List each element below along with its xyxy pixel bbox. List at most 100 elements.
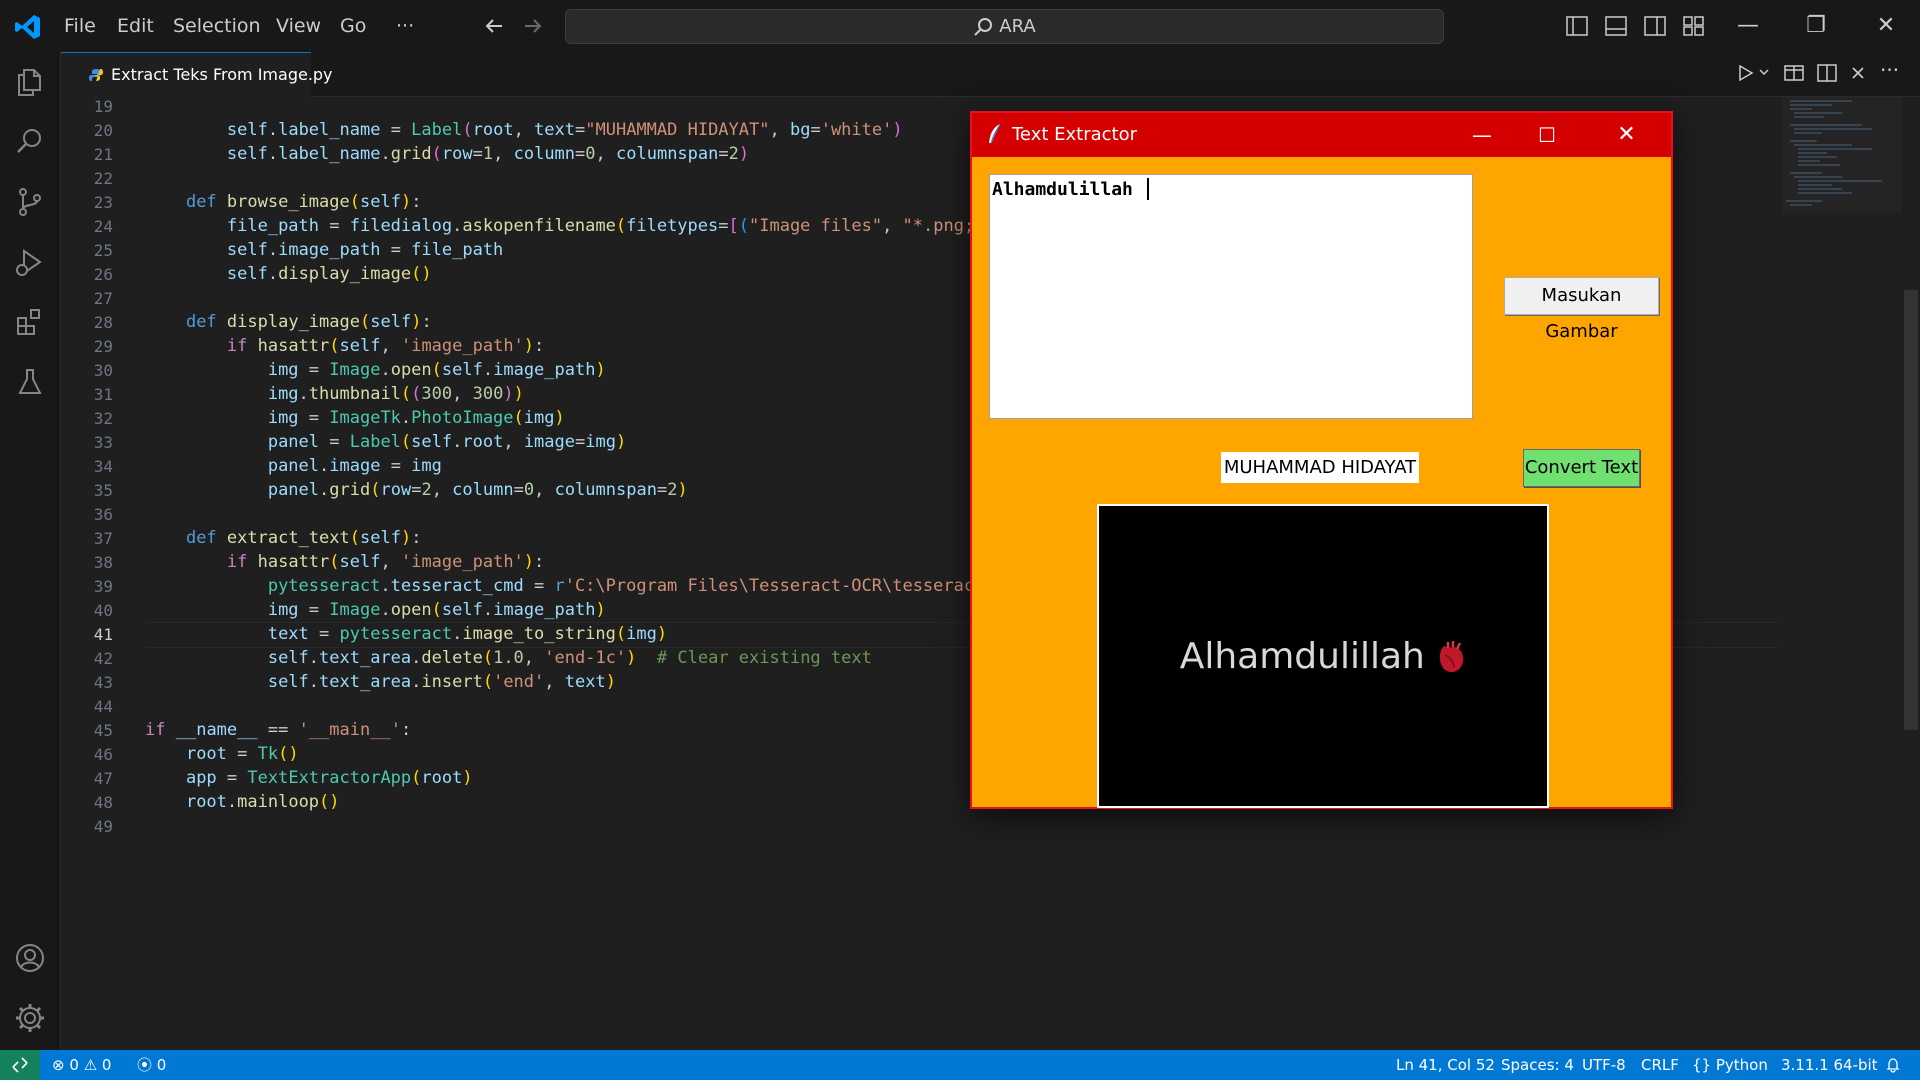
code-line-active: text = pytesseract.image_to_string(img)	[267, 624, 668, 644]
cursor-position[interactable]: Ln 41, Col 52	[1396, 1050, 1495, 1080]
line-number: 32	[93, 409, 113, 428]
python-interpreter[interactable]: 3.11.1 64-bit	[1781, 1050, 1878, 1080]
code-line: def display_image(self):	[185, 312, 432, 332]
line-number: 43	[93, 673, 113, 692]
code-line: def browse_image(self):	[185, 192, 422, 212]
more-actions-icon[interactable]: ···	[1880, 58, 1899, 82]
code-line: panel.image = img	[267, 456, 442, 476]
tab-extract-teks-from-image[interactable]: Extract Teks From Image.py	[61, 52, 333, 97]
code-line: app = TextExtractorApp(root)	[185, 768, 473, 788]
line-number: 24	[93, 217, 113, 236]
split-editor-icon[interactable]	[1816, 62, 1838, 84]
line-number: 27	[93, 289, 113, 308]
extracted-text-value: Alhamdulillah	[992, 179, 1133, 200]
menu-selection[interactable]: Selection	[173, 0, 261, 52]
settings-gear-icon[interactable]	[12, 1000, 48, 1036]
activity-bar	[0, 52, 61, 1050]
extracted-text-area[interactable]: Alhamdulillah	[989, 174, 1473, 419]
code-line: img.thumbnail((300, 300))	[267, 384, 524, 404]
code-line: file_path = filedialog.askopenfilename(f…	[226, 216, 1026, 236]
notifications-bell-icon[interactable]	[1885, 1057, 1901, 1073]
tk-title-bar[interactable]: Text Extractor — ☐ ✕	[972, 113, 1671, 157]
code-line: self.label_name.grid(row=1, column=0, co…	[226, 144, 750, 164]
accounts-icon[interactable]	[12, 940, 48, 976]
run-file-icon[interactable]	[1734, 62, 1756, 84]
name-label: MUHAMMAD HIDAYAT	[1221, 452, 1419, 483]
run-debug-icon[interactable]	[12, 244, 48, 280]
masukan-gambar-button[interactable]: Masukan Gambar	[1504, 277, 1659, 342]
code-line: self.text_area.delete(1.0, 'end-1c') # C…	[267, 648, 872, 668]
search-view-icon[interactable]	[12, 124, 48, 160]
command-center-search[interactable]: ARA	[565, 9, 1444, 44]
line-number: 22	[93, 169, 113, 188]
menu-view[interactable]: View	[276, 0, 321, 52]
text-extractor-window: Text Extractor — ☐ ✕ Alhamdulillah Masuk…	[970, 111, 1673, 809]
line-number: 38	[93, 553, 113, 572]
line-number: 23	[93, 193, 113, 212]
toggle-secondary-sidebar-icon[interactable]	[1643, 14, 1667, 38]
language-mode[interactable]: {} Python	[1692, 1050, 1768, 1080]
convert-text-button[interactable]: Convert Text	[1523, 449, 1640, 487]
code-line: img = Image.open(self.image_path)	[267, 600, 606, 620]
editor-tab-bar	[61, 52, 1920, 97]
minimap[interactable]	[1782, 97, 1902, 212]
toggle-panel-icon[interactable]	[1604, 14, 1628, 38]
end-of-line[interactable]: CRLF	[1641, 1050, 1679, 1080]
restore-button[interactable]: ❐	[1782, 0, 1850, 52]
line-number: 25	[93, 241, 113, 260]
remote-indicator[interactable]	[0, 1050, 40, 1080]
status-bar: ⊗ 0 ⚠ 0 ⦿ 0 Ln 41, Col 52 Spaces: 4 UTF-…	[0, 1050, 1920, 1080]
tk-close-button[interactable]: ✕	[1582, 113, 1671, 157]
warning-icon: ⚠	[83, 1056, 98, 1074]
broadcast-icon: ⦿	[137, 1056, 153, 1074]
line-number: 21	[93, 145, 113, 164]
forward-arrow-icon[interactable]	[521, 14, 545, 38]
ports-count: 0	[156, 1056, 167, 1074]
vertical-scrollbar[interactable]	[1904, 290, 1918, 730]
image-caption: Alhamdulillah	[1179, 636, 1425, 677]
code-line: if hasattr(self, 'image_path'):	[226, 552, 545, 572]
customize-layout-icon[interactable]	[1682, 14, 1706, 38]
tk-maximize-button[interactable]: ☐	[1512, 113, 1582, 157]
feather-icon	[989, 123, 1001, 144]
tk-minimize-button[interactable]: —	[1452, 113, 1512, 157]
line-number: 31	[93, 385, 113, 404]
extensions-icon[interactable]	[12, 304, 48, 340]
source-control-icon[interactable]	[12, 184, 48, 220]
encoding[interactable]: UTF-8	[1582, 1050, 1626, 1080]
code-line: img = ImageTk.PhotoImage(img)	[267, 408, 565, 428]
open-changes-icon[interactable]	[1783, 62, 1805, 84]
chevron-down-icon[interactable]	[1758, 66, 1770, 78]
tab-label: Extract Teks From Image.py	[111, 65, 333, 84]
line-number: 45	[93, 721, 113, 740]
minimize-button[interactable]: —	[1714, 0, 1782, 52]
menu-file[interactable]: File	[64, 0, 96, 52]
close-button[interactable]: ✕	[1852, 0, 1920, 52]
line-number: 40	[93, 601, 113, 620]
line-number: 36	[93, 505, 113, 524]
ports-indicator[interactable]: ⦿ 0	[137, 1050, 166, 1080]
line-number: 42	[93, 649, 113, 668]
menu-go[interactable]: Go	[340, 0, 366, 52]
menu-edit[interactable]: Edit	[117, 0, 154, 52]
close-editor-icon[interactable]	[1849, 64, 1867, 82]
title-bar: File Edit Selection View Go ··· ARA — ❐ …	[0, 0, 1920, 52]
code-line: root.mainloop()	[185, 792, 340, 812]
menu-more[interactable]: ···	[396, 0, 414, 52]
code-line: if hasattr(self, 'image_path'):	[226, 336, 545, 356]
warning-count: 0	[101, 1056, 112, 1074]
indentation[interactable]: Spaces: 4	[1501, 1050, 1574, 1080]
line-number: 47	[93, 769, 113, 788]
testing-flask-icon[interactable]	[12, 364, 48, 400]
search-text: ARA	[999, 16, 1036, 37]
tk-window-title: Text Extractor	[1012, 124, 1138, 145]
braces-icon: {}	[1692, 1056, 1712, 1074]
line-number: 20	[93, 121, 113, 140]
problems-indicator[interactable]: ⊗ 0 ⚠ 0	[52, 1050, 111, 1080]
vscode-logo-icon	[15, 15, 40, 39]
back-arrow-icon[interactable]	[482, 14, 506, 38]
toggle-primary-sidebar-icon[interactable]	[1565, 14, 1589, 38]
code-line: if __name__ == '__main__':	[145, 720, 412, 740]
explorer-icon[interactable]	[12, 64, 48, 100]
line-number: 28	[93, 313, 113, 332]
